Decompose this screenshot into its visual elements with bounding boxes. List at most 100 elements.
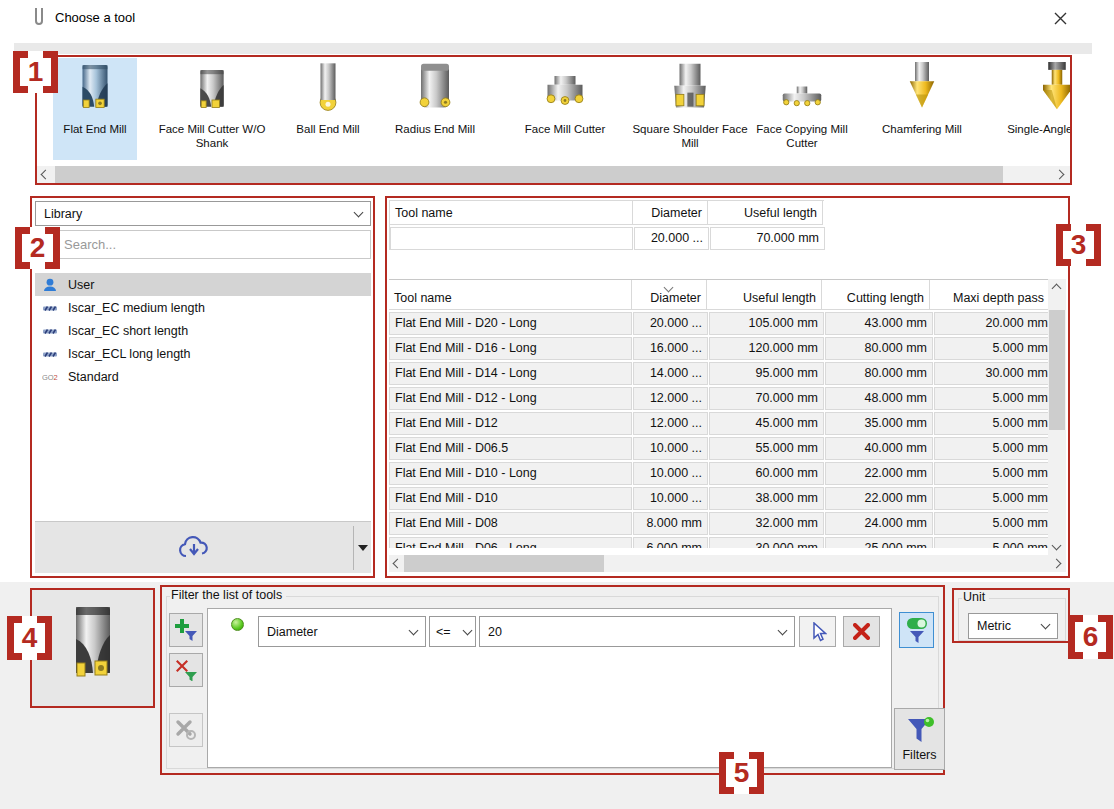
download-library-button[interactable] xyxy=(35,522,353,574)
table-cell: Flat End Mill - D10 - Long xyxy=(389,462,632,486)
horizontal-scrollbar-thumb[interactable] xyxy=(404,555,604,572)
table-cell: 95.000 mm xyxy=(709,362,824,386)
table-cell: 120.000 mm xyxy=(709,337,824,361)
table-row[interactable]: Flat End Mill - D10 - Long10.000 ...60.0… xyxy=(389,460,1048,485)
table-cell: Flat End Mill - D06.5 xyxy=(389,437,632,461)
table-row[interactable]: Flat End Mill - D20 - Long20.000 ...105.… xyxy=(389,310,1048,335)
filter-field-select[interactable]: Diameter xyxy=(258,616,426,647)
unit-section: Unit Metric xyxy=(952,588,1070,643)
filters-button[interactable]: Filters xyxy=(894,708,945,770)
annotation-1: 1 xyxy=(13,51,58,93)
filter-operator-select[interactable]: <= xyxy=(429,616,476,647)
table-cell: 16.000 ... xyxy=(633,337,708,361)
table-row[interactable]: Flat End Mill - D1010.000 ...38.000 mm22… xyxy=(389,485,1048,510)
table-cell: Flat End Mill - D12 xyxy=(389,412,632,436)
table-row[interactable]: Flat End Mill - D16 - Long16.000 ...120.… xyxy=(389,335,1048,360)
table-cell: 8.000 mm xyxy=(633,512,708,536)
filter-value-combo[interactable]: 20 xyxy=(479,616,795,647)
remove-filter-button[interactable] xyxy=(169,653,203,687)
library-more-dropdown[interactable] xyxy=(358,545,368,551)
tool-type-face-mill-wo-shank[interactable]: Face Mill Cutter W/O Shank xyxy=(149,58,275,160)
enable-filter-toggle-button[interactable] xyxy=(899,612,934,648)
table-row[interactable]: Flat End Mill - D088.000 mm32.000 mm24.0… xyxy=(389,510,1048,535)
table-cell: 5.000 mm xyxy=(934,412,1048,436)
selected-tool-preview-image xyxy=(64,605,122,691)
table-cell: 105.000 mm xyxy=(709,312,824,336)
scroll-right-icon[interactable] xyxy=(1052,559,1062,569)
table-cell: 20.000 ... xyxy=(634,227,709,251)
cursor-icon xyxy=(809,622,827,642)
go2-library-icon: GO 2 xyxy=(42,369,59,385)
scroll-right-icon[interactable] xyxy=(1055,170,1065,180)
tools-table-vertical-scrollbar[interactable] xyxy=(1048,279,1066,555)
library-bottom-bar xyxy=(35,521,371,573)
cloud-download-icon xyxy=(178,535,210,561)
table-cell: 40.000 mm xyxy=(825,437,933,461)
toolbar-scrollbar-thumb[interactable] xyxy=(55,166,1003,183)
library-item-iscar-ec-short[interactable]: Iscar_EC short length xyxy=(35,319,371,342)
column-header[interactable]: Useful length xyxy=(708,201,823,225)
selected-tool-table: Tool name Diameter Useful length 20.000 … xyxy=(389,200,824,250)
library-selector[interactable]: Library xyxy=(35,201,371,226)
close-button[interactable] xyxy=(1044,5,1076,31)
radius-end-mill-icon xyxy=(379,60,491,118)
tool-type-ball-end-mill[interactable]: Ball End Mill xyxy=(272,58,384,160)
table-row[interactable]: Flat End Mill - D1212.000 ...45.000 mm35… xyxy=(389,410,1048,435)
column-header[interactable]: Diameter xyxy=(633,201,708,225)
scroll-up-icon[interactable] xyxy=(1052,284,1062,294)
pick-value-button[interactable] xyxy=(799,616,836,647)
table-row[interactable]: Flat End Mill - D06.510.000 ...55.000 mm… xyxy=(389,435,1048,460)
library-item-standard[interactable]: GO 2 Standard xyxy=(35,365,371,388)
scroll-left-icon[interactable] xyxy=(393,559,403,569)
library-item-iscar-ec-medium[interactable]: Iscar_EC medium length xyxy=(35,296,371,319)
scroll-down-icon[interactable] xyxy=(1052,541,1062,551)
tool-type-radius-end-mill[interactable]: Radius End Mill xyxy=(379,58,491,160)
cut-filter-button[interactable] xyxy=(169,713,203,747)
tool-type-square-shoulder-face-mill[interactable]: Square Shoulder Face Mill xyxy=(627,58,753,160)
single-angle-cutter-icon xyxy=(1002,60,1070,118)
face-copying-mill-cutter-icon xyxy=(746,60,858,118)
annotation-2: 2 xyxy=(15,227,60,269)
table-cell xyxy=(390,227,633,251)
column-header[interactable]: Tool name xyxy=(389,280,632,310)
table-row[interactable]: Flat End Mill - D12 - Long12.000 ...70.0… xyxy=(389,385,1048,410)
table-cell: 20.000 ... xyxy=(633,312,708,336)
table-cell: 80.000 mm xyxy=(825,362,933,386)
tool-type-chamfering-mill[interactable]: Chamfering Mill xyxy=(864,58,980,160)
tools-table-horizontal-scrollbar[interactable] xyxy=(389,555,1066,572)
tool-library-icon xyxy=(42,323,59,339)
table-cell: 43.000 mm xyxy=(825,312,933,336)
toolbar-scrollbar[interactable] xyxy=(37,166,1070,183)
table-row[interactable]: Flat End Mill - D14 - Long14.000 ...95.0… xyxy=(389,360,1048,385)
unit-select[interactable]: Metric xyxy=(968,613,1058,639)
table-row[interactable]: Flat End Mill - D06 - Long6.000 mm30.000… xyxy=(389,535,1048,548)
table-cell: Flat End Mill - D16 - Long xyxy=(389,337,632,361)
column-header[interactable]: Tool name xyxy=(390,201,633,225)
search-placeholder: Search... xyxy=(64,237,116,252)
svg-text:GO: GO xyxy=(42,373,54,382)
library-item-user[interactable]: User xyxy=(35,273,371,296)
table-cell: 22.000 mm xyxy=(825,462,933,486)
table-row[interactable]: 20.000 ...70.000 mm xyxy=(390,225,824,250)
scroll-left-icon[interactable] xyxy=(41,170,51,180)
filter-operator-value: <= xyxy=(436,625,451,639)
tool-type-items: Flat End Mill Face Mill Cutter W/O Shank xyxy=(37,57,1070,165)
add-filter-button[interactable] xyxy=(169,613,203,647)
column-header[interactable]: Useful length xyxy=(707,280,822,310)
library-item-iscar-ecl-long[interactable]: Iscar_ECL long length xyxy=(35,342,371,365)
tool-library-icon xyxy=(42,346,59,362)
tool-library-icon xyxy=(42,300,59,316)
tool-type-flat-end-mill[interactable]: Flat End Mill xyxy=(53,58,137,160)
delete-filter-row-button[interactable] xyxy=(843,616,880,647)
tool-tables-panel: Tool name Diameter Useful length 20.000 … xyxy=(385,196,1070,578)
vertical-scrollbar-thumb[interactable] xyxy=(1049,310,1065,430)
column-header[interactable]: Cutting length xyxy=(822,280,930,310)
library-list: User Iscar_EC medium length Iscar_EC sho… xyxy=(35,262,371,520)
table-cell: Flat End Mill - D06 - Long xyxy=(389,537,632,549)
tool-type-single-angle-cutter[interactable]: Single-Angle Cutter xyxy=(1002,58,1070,160)
search-input[interactable]: Search... xyxy=(35,230,371,259)
tool-type-face-mill-cutter[interactable]: Face Mill Cutter xyxy=(507,58,623,160)
column-header[interactable]: Maxi depth pass xyxy=(930,280,1050,310)
square-shoulder-face-mill-icon xyxy=(627,60,753,118)
tool-type-face-copying-mill-cutter[interactable]: Face Copying Mill Cutter xyxy=(746,58,858,160)
